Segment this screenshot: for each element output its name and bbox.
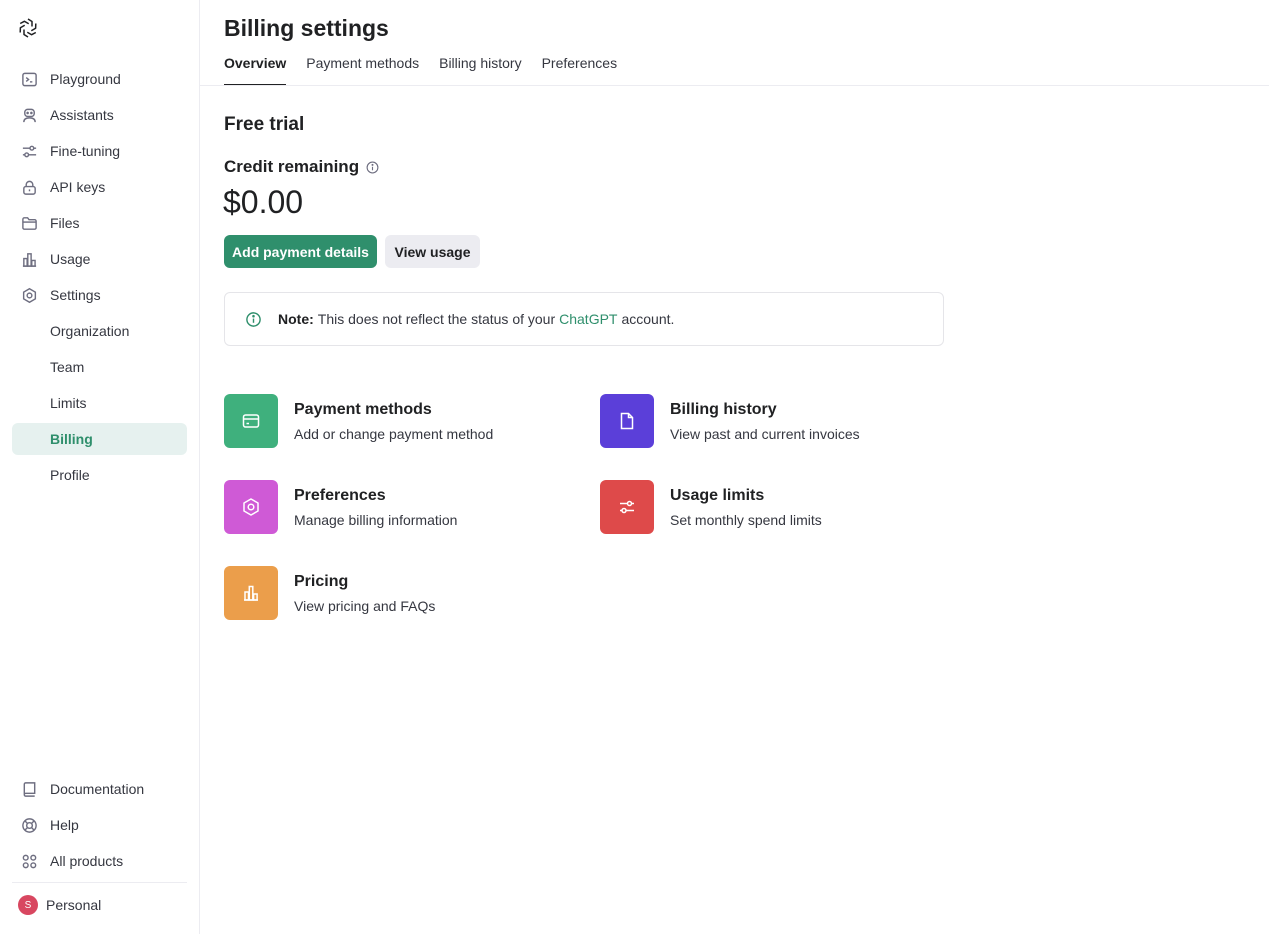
preferences-card[interactable]: Preferences Manage billing information: [224, 480, 457, 534]
lifebuoy-icon: [20, 816, 38, 834]
card-title: Pricing: [294, 572, 349, 590]
sidebar-item-all-products[interactable]: All products: [12, 845, 187, 877]
sidebar-item-label: Profile: [50, 467, 90, 483]
sidebar-bottom-nav: Documentation Help All products: [12, 773, 187, 881]
sidebar-item-settings[interactable]: Settings: [12, 279, 187, 311]
payment-methods-card[interactable]: Payment methods Add or change payment me…: [224, 394, 493, 448]
note-text: This does not reflect the status of your: [317, 311, 556, 327]
view-usage-button[interactable]: View usage: [385, 235, 480, 268]
sidebar-item-limits[interactable]: Limits: [12, 387, 187, 419]
sidebar-item-profile[interactable]: Profile: [12, 459, 187, 491]
tab-billing-history[interactable]: Billing history: [439, 54, 521, 86]
sidebar-item-label: Organization: [50, 323, 130, 339]
lock-icon: [20, 178, 38, 196]
sidebar-item-label: Files: [50, 215, 80, 231]
sidebar-item-label: Settings: [50, 287, 101, 303]
card-description: View past and current invoices: [670, 425, 860, 442]
account-label: Personal: [46, 897, 102, 913]
plan-heading: Free trial: [224, 114, 305, 135]
sidebar-item-fine-tuning[interactable]: Fine-tuning: [12, 135, 187, 167]
sidebar-item-playground[interactable]: Playground: [12, 63, 187, 95]
card-description: Manage billing information: [294, 511, 458, 528]
account-switcher[interactable]: S Personal: [18, 895, 101, 915]
sidebar-item-label: All products: [50, 853, 124, 869]
credit-label: Credit remaining: [224, 157, 360, 176]
gear-icon: [20, 286, 38, 304]
sidebar-item-label: Billing: [50, 431, 93, 447]
pricing-card[interactable]: Pricing View pricing and FAQs: [224, 566, 435, 620]
billing-tabs: Overview Payment methods Billing history…: [224, 54, 637, 86]
sidebar-item-files[interactable]: Files: [12, 207, 187, 239]
credit-heading: Credit remaining: [224, 157, 379, 177]
openai-logo-icon[interactable]: [16, 16, 40, 40]
sidebar-item-label: Help: [50, 817, 79, 833]
sidebar: Playground Assistants Fine-tuning API ke…: [0, 0, 200, 934]
page-title: Billing settings: [224, 15, 389, 41]
card-text: Billing history View past and current in…: [670, 401, 860, 442]
sidebar-item-help[interactable]: Help: [12, 809, 187, 841]
sidebar-item-label: Usage: [50, 251, 91, 267]
sidebar-item-label: Limits: [50, 395, 87, 411]
credit-amount: $0.00: [223, 184, 304, 220]
tabs-divider: [200, 85, 1269, 86]
tab-overview[interactable]: Overview: [224, 54, 287, 86]
add-payment-details-button[interactable]: Add payment details: [224, 235, 377, 268]
tab-payment-methods[interactable]: Payment methods: [306, 54, 419, 86]
avatar: S: [18, 895, 38, 915]
terminal-icon: [20, 70, 38, 88]
note-label: Note:: [278, 311, 314, 327]
sidebar-item-label: Team: [50, 359, 85, 375]
sidebar-item-label: Playground: [50, 71, 121, 87]
sliders-icon: [20, 142, 38, 160]
sidebar-item-api-keys[interactable]: API keys: [12, 171, 187, 203]
sidebar-item-label: API keys: [50, 179, 106, 195]
info-icon[interactable]: [366, 161, 379, 174]
sidebar-item-assistants[interactable]: Assistants: [12, 99, 187, 131]
card-text: Payment methods Add or change payment me…: [294, 401, 493, 442]
gear-icon: [224, 480, 278, 534]
sidebar-item-billing[interactable]: Billing: [12, 423, 187, 455]
tab-preferences[interactable]: Preferences: [542, 54, 617, 86]
card-title: Billing history: [670, 400, 777, 418]
sidebar-divider: [12, 882, 187, 883]
note-text-end: account.: [621, 311, 675, 327]
book-icon: [20, 780, 38, 798]
info-icon: [246, 311, 261, 327]
chatgpt-link[interactable]: ChatGPT: [559, 311, 617, 327]
grid-icon: [20, 852, 38, 870]
card-text: Pricing View pricing and FAQs: [294, 573, 435, 614]
sidebar-item-label: Documentation: [50, 781, 145, 797]
sidebar-item-label: Assistants: [50, 107, 114, 123]
card-title: Preferences: [294, 486, 386, 504]
sidebar-item-label: Fine-tuning: [50, 143, 121, 159]
folder-icon: [20, 214, 38, 232]
credit-card-icon: [224, 394, 278, 448]
bar-chart-icon: [224, 566, 278, 620]
sidebar-item-documentation[interactable]: Documentation: [12, 773, 187, 805]
sidebar-item-usage[interactable]: Usage: [12, 243, 187, 275]
robot-icon: [20, 106, 38, 124]
sidebar-nav: Playground Assistants Fine-tuning API ke…: [12, 63, 187, 495]
sidebar-item-team[interactable]: Team: [12, 351, 187, 383]
usage-limits-card[interactable]: Usage limits Set monthly spend limits: [600, 480, 822, 534]
card-title: Payment methods: [294, 400, 432, 418]
card-description: Set monthly spend limits: [670, 511, 822, 528]
card-text: Preferences Manage billing information: [294, 487, 457, 528]
sliders-icon: [600, 480, 654, 534]
card-text: Usage limits Set monthly spend limits: [670, 487, 822, 528]
billing-history-card[interactable]: Billing history View past and current in…: [600, 394, 860, 448]
card-title: Usage limits: [670, 486, 765, 504]
main-content: Billing settings Overview Payment method…: [200, 0, 1269, 934]
bar-chart-icon: [20, 250, 38, 268]
sidebar-item-organization[interactable]: Organization: [12, 315, 187, 347]
card-description: Add or change payment method: [294, 425, 494, 442]
note-banner: Note: This does not reflect the status o…: [224, 292, 944, 346]
document-icon: [600, 394, 654, 448]
card-description: View pricing and FAQs: [294, 597, 436, 614]
